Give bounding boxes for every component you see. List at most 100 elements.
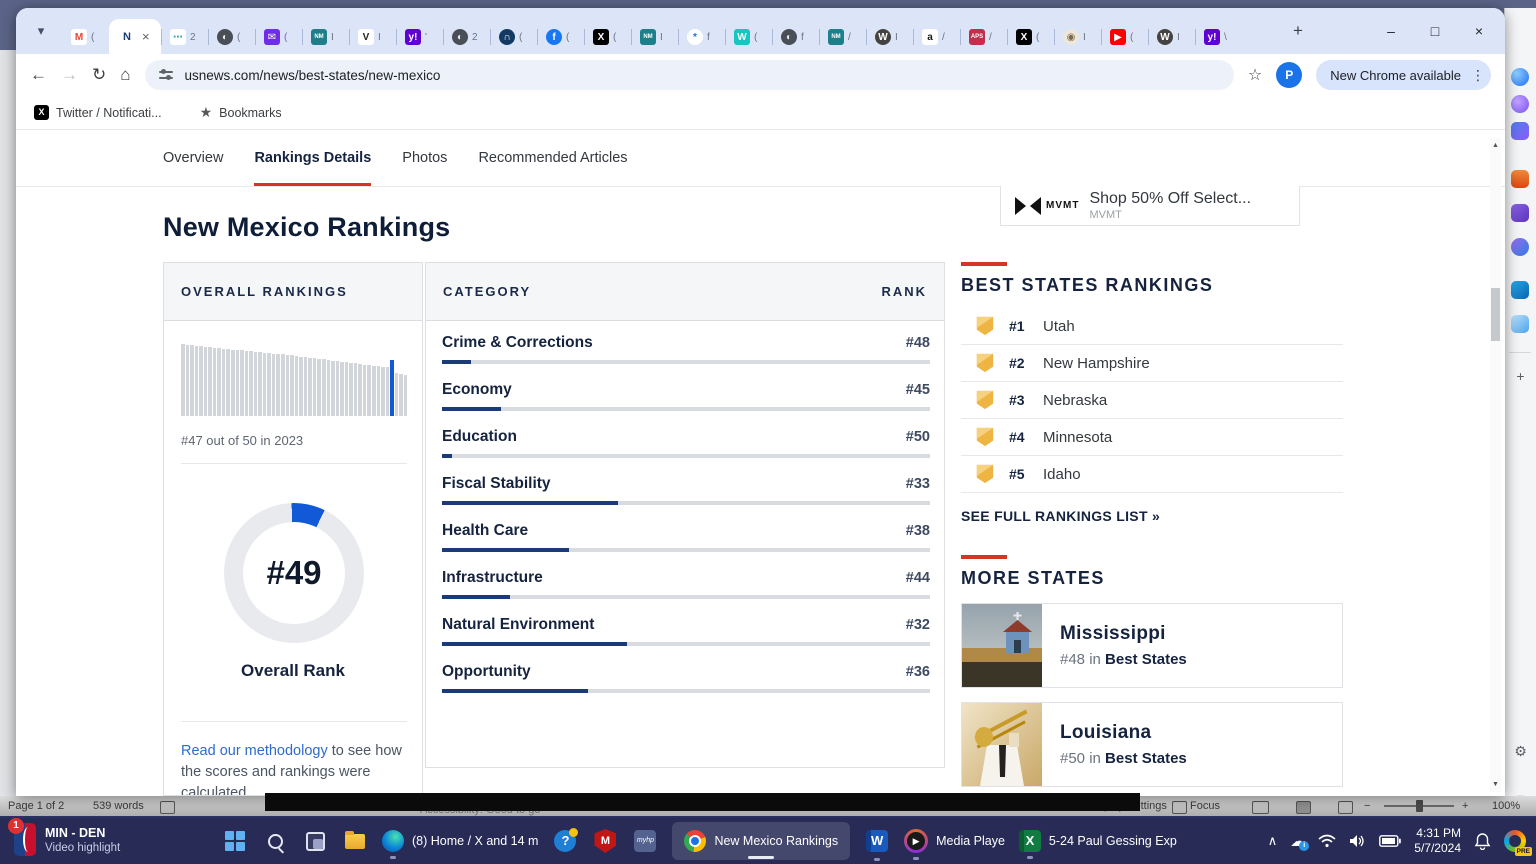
plus-icon[interactable]: + — [1505, 368, 1536, 384]
ranking-row-new-hampshire[interactable]: #2 New Hampshire — [961, 345, 1343, 382]
excel-taskbar-button[interactable]: X 5-24 Paul Gessing Exp — [1019, 830, 1177, 852]
browser-tab[interactable]: NM/ — [819, 20, 866, 54]
widgets-button[interactable]: 1 MIN - DEN Video highlight — [14, 823, 120, 856]
browser-tab[interactable]: VI — [349, 20, 396, 54]
browser-tab[interactable]: X( — [1007, 20, 1054, 54]
scrollbar-thumb[interactable] — [1491, 288, 1500, 341]
task-view-button[interactable] — [302, 828, 328, 854]
category-row-fiscal-stability[interactable]: Fiscal Stability#33 — [442, 475, 930, 509]
ranking-row-nebraska[interactable]: #3 Nebraska — [961, 382, 1343, 419]
browser-tab[interactable]: y!' — [396, 20, 443, 54]
essentials-icon[interactable] — [1511, 238, 1529, 256]
edge-window-group[interactable]: (8) Home / X and 14 m — [382, 830, 538, 852]
chrome-update-button[interactable]: New Chrome available ⋮ — [1316, 60, 1491, 90]
browser-tab[interactable]: NMI — [631, 20, 678, 54]
copilot-icon[interactable]: PRE — [1504, 830, 1526, 852]
tab-close-icon[interactable]: × — [142, 29, 150, 44]
word-taskbar-button[interactable]: W — [864, 828, 890, 854]
zoom-slider-thumb[interactable] — [1416, 800, 1423, 812]
read-mode-icon[interactable] — [1252, 801, 1269, 814]
zoom-out-icon[interactable]: − — [1364, 800, 1370, 812]
menu-kebab-icon[interactable]: ⋮ — [1471, 67, 1485, 84]
proofing-icon[interactable] — [160, 801, 175, 814]
myhp-button[interactable]: myhp — [632, 828, 658, 854]
browser-tab[interactable]: a/ — [913, 20, 960, 54]
taskbar-search-button[interactable] — [262, 828, 288, 854]
category-row-crime[interactable]: Crime & Corrections#48 — [442, 334, 930, 368]
browser-tab[interactable]: NMI — [302, 20, 349, 54]
category-row-health-care[interactable]: Health Care#38 — [442, 522, 930, 556]
browser-tab[interactable]: ▶( — [1101, 20, 1148, 54]
back-button[interactable]: ← — [30, 65, 47, 85]
url-text[interactable]: usnews.com/news/best-states/new-mexico — [185, 68, 441, 83]
scroll-down-icon[interactable]: ▼ — [1490, 781, 1501, 788]
see-full-rankings-link[interactable]: SEE FULL RANKINGS LIST » — [961, 508, 1343, 524]
browser-tab[interactable]: X( — [584, 20, 631, 54]
shopping-icon[interactable] — [1511, 122, 1529, 140]
browser-tab[interactable]: y!\ — [1195, 20, 1242, 54]
zoom-in-icon[interactable]: + — [1462, 800, 1468, 812]
reload-button[interactable]: ↻ — [92, 65, 106, 85]
tray-chevron-icon[interactable]: ∧ — [1268, 833, 1278, 849]
ranking-row-minnesota[interactable]: #4 Minnesota — [961, 419, 1343, 456]
category-row-infrastructure[interactable]: Infrastructure#44 — [442, 569, 930, 603]
tab-recommended-articles[interactable]: Recommended Articles — [478, 130, 627, 186]
active-tab[interactable]: N× — [109, 19, 161, 54]
ranking-row-idaho[interactable]: #5 Idaho — [961, 456, 1343, 493]
word-page-count[interactable]: Page 1 of 2 — [8, 800, 64, 812]
page-scrollbar[interactable]: ▲ ▼ — [1490, 138, 1501, 792]
file-explorer-button[interactable] — [342, 828, 368, 854]
browser-tab[interactable]: ⋯2 — [161, 20, 208, 54]
start-button[interactable] — [222, 828, 248, 854]
minimize-button[interactable]: – — [1369, 8, 1413, 54]
state-card-louisiana[interactable]: Louisiana #50 in Best States — [961, 702, 1343, 787]
scroll-up-icon[interactable]: ▲ — [1490, 142, 1501, 149]
category-row-economy[interactable]: Economy#45 — [442, 381, 930, 415]
volume-icon[interactable] — [1349, 834, 1366, 848]
toolbox-icon[interactable] — [1511, 170, 1529, 188]
designer-icon[interactable] — [1511, 315, 1529, 333]
onedrive-icon[interactable]: ☁ — [1290, 832, 1305, 850]
mcafee-button[interactable]: M — [592, 828, 618, 854]
maximize-button[interactable]: □ — [1413, 8, 1457, 54]
new-tab-button[interactable]: + — [1284, 17, 1312, 45]
state-card-mississippi[interactable]: Mississippi #48 in Best States — [961, 603, 1343, 688]
browser-tab[interactable]: ◐f — [772, 20, 819, 54]
browser-tab[interactable]: f( — [537, 20, 584, 54]
browser-tab[interactable]: WI — [866, 20, 913, 54]
category-row-education[interactable]: Education#50 — [442, 428, 930, 462]
bookmark-star-icon[interactable]: ☆ — [1248, 65, 1262, 85]
browser-tab[interactable]: W( — [725, 20, 772, 54]
browser-tab[interactable]: M( — [62, 20, 109, 54]
tab-overview[interactable]: Overview — [163, 130, 223, 186]
games-icon[interactable] — [1511, 204, 1529, 222]
methodology-link[interactable]: Read our methodology — [181, 743, 328, 759]
get-help-button[interactable]: ? — [552, 828, 578, 854]
tab-search-button[interactable]: ▾ — [28, 18, 54, 44]
ad-banner[interactable]: MVMT Shop 50% Off Select... MVMT — [1000, 186, 1300, 226]
browser-tab[interactable]: APS/ — [960, 20, 1007, 54]
site-settings-icon[interactable] — [159, 69, 175, 81]
notification-bell-icon[interactable] — [1474, 832, 1491, 850]
profile-avatar[interactable]: P — [1276, 62, 1302, 88]
gear-icon[interactable]: ⚙ — [1505, 743, 1536, 760]
browser-tab[interactable]: WI — [1148, 20, 1195, 54]
bookmark-folder[interactable]: ★ Bookmarks — [200, 104, 282, 121]
search-icon[interactable] — [1511, 95, 1529, 113]
tab-rankings-details[interactable]: Rankings Details — [254, 130, 371, 186]
category-row-natural-environment[interactable]: Natural Environment#32 — [442, 616, 930, 650]
category-row-opportunity[interactable]: Opportunity#36 — [442, 663, 930, 697]
battery-icon[interactable] — [1379, 835, 1401, 847]
wifi-icon[interactable] — [1318, 834, 1336, 848]
ranking-row-utah[interactable]: #1 Utah — [961, 308, 1343, 345]
forward-button[interactable]: → — [61, 65, 78, 85]
media-player-button[interactable]: Media Playe — [904, 829, 1005, 853]
browser-tab[interactable]: ◉I — [1054, 20, 1101, 54]
clock[interactable]: 4:31 PM 5/7/2024 — [1414, 826, 1461, 856]
copilot-icon[interactable] — [1511, 68, 1529, 86]
ad-headline[interactable]: Shop 50% Off Select... — [1089, 190, 1251, 208]
browser-tab[interactable]: *f — [678, 20, 725, 54]
word-word-count[interactable]: 539 words — [93, 800, 144, 812]
tab-photos[interactable]: Photos — [402, 130, 447, 186]
outlook-icon[interactable] — [1511, 281, 1529, 299]
